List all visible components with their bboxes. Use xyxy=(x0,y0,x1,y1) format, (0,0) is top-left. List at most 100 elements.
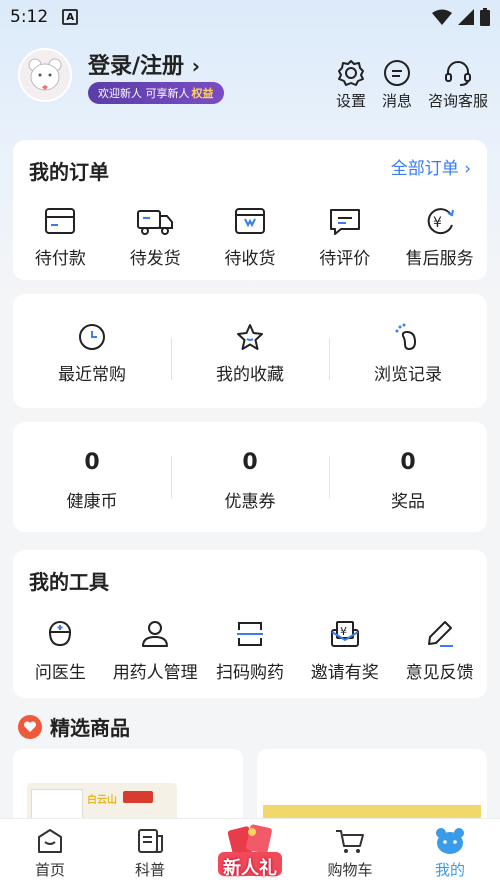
divider xyxy=(329,338,330,380)
featured-title-text: 精选商品 xyxy=(50,716,130,740)
gear-icon xyxy=(337,60,364,86)
tool-label: 意见反馈 xyxy=(405,663,474,683)
prizes[interactable]: 0 奖品 xyxy=(329,450,487,512)
svg-text:¥: ¥ xyxy=(433,215,442,231)
order-item-label: 待付款 xyxy=(34,249,86,269)
stat-value: 0 xyxy=(242,450,258,475)
user-icon xyxy=(142,621,169,647)
home-icon xyxy=(38,829,62,853)
order-item-label: 售后服务 xyxy=(405,249,474,269)
tab-label: 新人礼 xyxy=(223,858,277,879)
divider xyxy=(171,456,172,498)
top-actions: 设置 消息 咨询客服 xyxy=(336,58,488,111)
messages-button[interactable]: 消息 xyxy=(382,58,412,111)
chevron-right-icon: › xyxy=(191,54,200,78)
all-orders-link[interactable]: 全部订单 › xyxy=(391,154,471,179)
tool-label: 扫码购药 xyxy=(215,663,284,683)
health-coins[interactable]: 0 健康币 xyxy=(13,450,171,512)
svg-text:¥: ¥ xyxy=(340,625,347,638)
stat-value: 0 xyxy=(84,450,100,475)
clock-icon xyxy=(79,324,105,350)
stat-label: 奖品 xyxy=(391,492,425,512)
cart-icon xyxy=(336,830,364,853)
bear-icon xyxy=(436,828,464,854)
tool-scan-buy[interactable]: 扫码购药 xyxy=(204,618,296,683)
tab-label: 我的 xyxy=(434,861,465,879)
yuan-refund-icon: ¥ xyxy=(427,208,454,235)
tab-science[interactable]: 科普 xyxy=(100,819,200,888)
new-user-badge[interactable]: 欢迎新人 可享新人 权益 xyxy=(88,82,224,104)
tab-label: 购物车 xyxy=(327,861,373,879)
product-card[interactable]: 白云山 xyxy=(13,749,243,829)
tab-label: 科普 xyxy=(134,861,165,879)
order-pending-payment[interactable]: 待付款 xyxy=(14,206,106,269)
browse-history[interactable]: 浏览记录 xyxy=(329,322,487,385)
order-item-label: 待评价 xyxy=(319,249,371,269)
tab-label: 首页 xyxy=(34,861,65,879)
chevron-right-icon: › xyxy=(464,159,471,179)
orders-card: 我的订单 全部订单 › 待付款 待发货 待收货 待评价 ¥ 售后服务 xyxy=(13,140,487,280)
my-favorites[interactable]: 我的收藏 xyxy=(171,322,329,385)
heart-icon xyxy=(18,714,42,739)
order-pending-review[interactable]: 待评价 xyxy=(299,206,391,269)
login-label: 登录/注册 xyxy=(88,54,185,79)
login-register-link[interactable]: 登录/注册 › xyxy=(88,48,200,80)
settings-button[interactable]: 设置 xyxy=(336,58,366,111)
divider xyxy=(329,456,330,498)
stat-label: 健康币 xyxy=(66,492,118,512)
message-icon xyxy=(383,60,410,86)
product-brand: 白云山 xyxy=(87,795,117,806)
tool-patient-management[interactable]: 用药人管理 xyxy=(109,618,201,683)
customer-service-button[interactable]: 咨询客服 xyxy=(428,58,488,111)
scan-icon xyxy=(236,622,263,646)
assets-card: 0 健康币 0 优惠券 0 奖品 xyxy=(13,422,487,532)
all-orders-label: 全部订单 xyxy=(390,159,459,179)
status-bar: 5:12 A xyxy=(0,0,500,34)
comment-icon xyxy=(329,209,360,235)
product-card[interactable] xyxy=(257,749,487,829)
quick-links-card: 最近常购 我的收藏 浏览记录 xyxy=(13,294,487,408)
orders-title: 我的订单 xyxy=(29,160,109,184)
tools-title: 我的工具 xyxy=(29,570,109,594)
order-pending-receipt[interactable]: 待收货 xyxy=(204,206,296,269)
signal-icon xyxy=(458,9,474,25)
badge-highlight: 权益 xyxy=(191,87,214,100)
recently-bought[interactable]: 最近常购 xyxy=(13,322,171,385)
card-icon xyxy=(45,208,76,234)
tool-ask-doctor[interactable]: 问医生 xyxy=(14,618,106,683)
star-icon xyxy=(237,324,263,350)
stat-value: 0 xyxy=(400,450,416,475)
tools-card: 我的工具 问医生 用药人管理 扫码购药 ¥ 邀请有奖 意见反馈 xyxy=(13,550,487,698)
badge-text: 欢迎新人 可享新人 xyxy=(98,87,190,100)
tool-feedback[interactable]: 意见反馈 xyxy=(394,618,486,683)
divider xyxy=(171,338,172,380)
doctor-icon xyxy=(49,621,72,647)
tool-label: 问医生 xyxy=(34,663,86,683)
pen-icon xyxy=(427,621,453,647)
box-icon xyxy=(234,208,265,234)
settings-label: 设置 xyxy=(335,92,366,110)
battery-icon xyxy=(480,8,490,26)
article-icon xyxy=(138,829,163,853)
featured-title: 精选商品 xyxy=(18,712,130,741)
quick-item-label: 最近常购 xyxy=(58,365,126,385)
tab-mine[interactable]: 我的 xyxy=(400,819,500,888)
headset-icon xyxy=(444,61,471,86)
customer-service-label: 咨询客服 xyxy=(427,92,488,110)
order-after-sales[interactable]: ¥ 售后服务 xyxy=(394,206,486,269)
messages-label: 消息 xyxy=(381,92,412,110)
tool-invite-reward[interactable]: ¥ 邀请有奖 xyxy=(299,618,391,683)
tab-cart[interactable]: 购物车 xyxy=(300,819,400,888)
coupons[interactable]: 0 优惠券 xyxy=(171,450,329,512)
wifi-icon xyxy=(432,9,452,25)
product-logo xyxy=(123,791,153,803)
notification-a-icon: A xyxy=(62,9,79,25)
bear-avatar-icon xyxy=(28,58,62,91)
avatar[interactable] xyxy=(18,48,72,102)
tab-home[interactable]: 首页 xyxy=(0,819,100,888)
order-pending-shipment[interactable]: 待发货 xyxy=(109,206,201,269)
envelope-yuan-icon: ¥ xyxy=(330,621,359,647)
stat-label: 优惠券 xyxy=(224,492,276,512)
order-item-label: 待发货 xyxy=(129,249,181,269)
truck-icon xyxy=(137,210,174,235)
